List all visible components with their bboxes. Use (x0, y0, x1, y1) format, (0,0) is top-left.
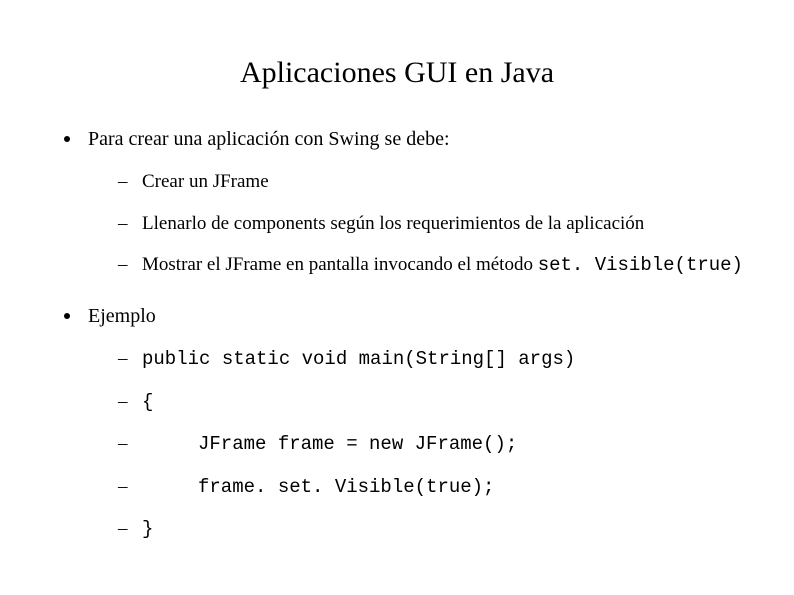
sub-text: Mostrar el JFrame en pantalla invocando … (142, 254, 538, 275)
sub-item: } (118, 516, 744, 543)
slide-title: Aplicaciones GUI en Java (50, 56, 744, 90)
sub-item: { (118, 389, 744, 416)
bullet-text: Para crear una aplicación con Swing se d… (88, 128, 450, 150)
bullet-list: Para crear una aplicación con Swing se d… (50, 126, 744, 543)
sub-item: Crear un JFrame (118, 169, 744, 195)
inline-code: set. Visible(true) (538, 254, 743, 276)
sub-text: Crear un JFrame (142, 171, 269, 192)
bullet-text: Ejemplo (88, 305, 156, 327)
code-line: JFrame frame = new JFrame(); (142, 432, 517, 458)
sub-item: Llenarlo de components según los requeri… (118, 211, 744, 237)
code-line: public static void main(String[] args) (142, 348, 575, 370)
code-line: } (142, 518, 153, 540)
sub-item: public static void main(String[] args) (118, 346, 744, 373)
sub-text: Llenarlo de components según los requeri… (142, 213, 644, 234)
slide: Aplicaciones GUI en Java Para crear una … (0, 0, 794, 595)
sub-item: JFrame frame = new JFrame(); (118, 431, 744, 458)
code-line: frame. set. Visible(true); (142, 475, 494, 501)
bullet-item: Para crear una aplicación con Swing se d… (60, 126, 744, 279)
code-line: { (142, 391, 153, 413)
bullet-item: Ejemplo public static void main(String[]… (60, 303, 744, 543)
sub-item: Mostrar el JFrame en pantalla invocando … (118, 252, 744, 279)
sub-list: public static void main(String[] args) {… (88, 346, 744, 543)
sub-list: Crear un JFrame Llenarlo de components s… (88, 169, 744, 279)
sub-item: frame. set. Visible(true); (118, 474, 744, 501)
